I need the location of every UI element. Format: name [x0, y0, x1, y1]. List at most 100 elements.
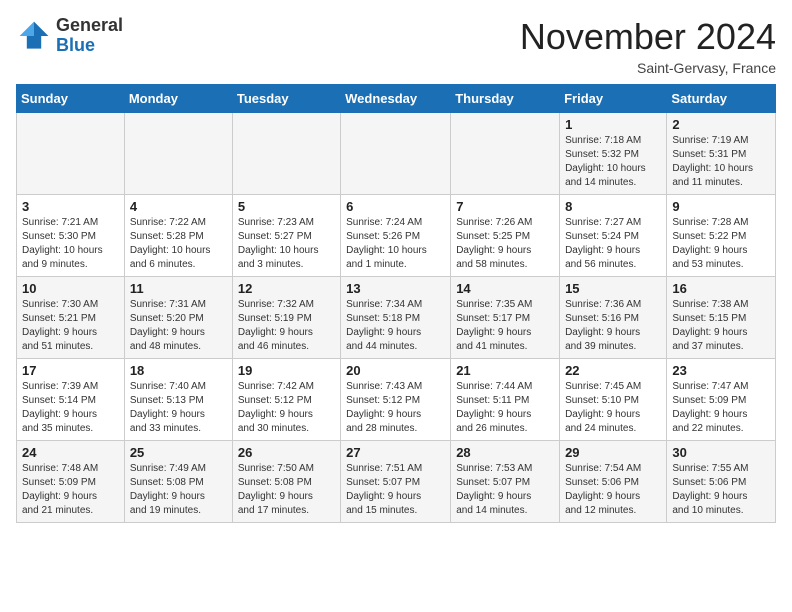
location: Saint-Gervasy, France	[520, 60, 776, 76]
calendar-cell: 12 Sunrise: 7:32 AM Sunset: 5:19 PM Dayli…	[232, 277, 340, 359]
logo-blue: Blue	[56, 36, 123, 56]
day-number: 1	[565, 117, 661, 132]
calendar-cell	[124, 113, 232, 195]
day-info: Sunrise: 7:43 AM Sunset: 5:12 PM Dayligh…	[346, 380, 445, 436]
day-info: Sunrise: 7:47 AM Sunset: 5:09 PM Dayligh…	[672, 380, 770, 436]
day-number: 6	[346, 199, 445, 214]
weekday-wednesday: Wednesday	[341, 85, 451, 113]
calendar-cell: 15 Sunrise: 7:36 AM Sunset: 5:16 PM Dayli…	[560, 277, 667, 359]
day-number: 15	[565, 281, 661, 296]
day-number: 3	[22, 199, 119, 214]
calendar-cell: 13Sunrise: 7:34 AM Sunset: 5:18 PM Dayli…	[341, 277, 451, 359]
day-number: 8	[565, 199, 661, 214]
calendar-cell: 30Sunrise: 7:55 AM Sunset: 5:06 PM Dayli…	[667, 441, 776, 523]
weekday-tuesday: Tuesday	[232, 85, 340, 113]
day-number: 28	[456, 445, 554, 460]
calendar-cell: 2 Sunrise: 7:19 AM Sunset: 5:31 PM Daylig…	[667, 113, 776, 195]
header: General Blue November 2024 Saint-Gervasy…	[16, 16, 776, 76]
week-row-2: 3 Sunrise: 7:21 AM Sunset: 5:30 PM Daylig…	[17, 195, 776, 277]
logo-general: General	[56, 16, 123, 36]
day-info: Sunrise: 7:19 AM Sunset: 5:31 PM Dayligh…	[672, 134, 770, 190]
calendar-cell: 29Sunrise: 7:54 AM Sunset: 5:06 PM Dayli…	[560, 441, 667, 523]
week-row-5: 24 Sunrise: 7:48 AM Sunset: 5:09 PM Dayli…	[17, 441, 776, 523]
day-info: Sunrise: 7:28 AM Sunset: 5:22 PM Dayligh…	[672, 216, 770, 272]
day-info: Sunrise: 7:24 AM Sunset: 5:26 PM Dayligh…	[346, 216, 445, 272]
day-info: Sunrise: 7:27 AM Sunset: 5:24 PM Dayligh…	[565, 216, 661, 272]
day-number: 17	[22, 363, 119, 378]
weekday-header-row: SundayMondayTuesdayWednesdayThursdayFrid…	[17, 85, 776, 113]
calendar-cell: 28 Sunrise: 7:53 AM Sunset: 5:07 PM Dayli…	[451, 441, 560, 523]
calendar-cell: 24 Sunrise: 7:48 AM Sunset: 5:09 PM Dayli…	[17, 441, 125, 523]
day-number: 25	[130, 445, 227, 460]
day-number: 24	[22, 445, 119, 460]
calendar-cell	[341, 113, 451, 195]
day-info: Sunrise: 7:32 AM Sunset: 5:19 PM Dayligh…	[238, 298, 335, 354]
day-number: 21	[456, 363, 554, 378]
day-info: Sunrise: 7:54 AM Sunset: 5:06 PM Dayligh…	[565, 462, 661, 518]
day-info: Sunrise: 7:36 AM Sunset: 5:16 PM Dayligh…	[565, 298, 661, 354]
day-number: 20	[346, 363, 445, 378]
day-info: Sunrise: 7:30 AM Sunset: 5:21 PM Dayligh…	[22, 298, 119, 354]
week-row-1: 1 Sunrise: 7:18 AM Sunset: 5:32 PM Daylig…	[17, 113, 776, 195]
week-row-4: 17 Sunrise: 7:39 AM Sunset: 5:14 PM Dayli…	[17, 359, 776, 441]
day-number: 10	[22, 281, 119, 296]
day-number: 30	[672, 445, 770, 460]
day-info: Sunrise: 7:26 AM Sunset: 5:25 PM Dayligh…	[456, 216, 554, 272]
day-number: 2	[672, 117, 770, 132]
day-number: 7	[456, 199, 554, 214]
weekday-sunday: Sunday	[17, 85, 125, 113]
day-info: Sunrise: 7:51 AM Sunset: 5:07 PM Dayligh…	[346, 462, 445, 518]
weekday-monday: Monday	[124, 85, 232, 113]
title-block: November 2024 Saint-Gervasy, France	[520, 16, 776, 76]
page: General Blue November 2024 Saint-Gervasy…	[0, 0, 792, 535]
day-number: 4	[130, 199, 227, 214]
calendar-cell: 7 Sunrise: 7:26 AM Sunset: 5:25 PM Daylig…	[451, 195, 560, 277]
calendar-cell: 26 Sunrise: 7:50 AM Sunset: 5:08 PM Dayli…	[232, 441, 340, 523]
day-number: 12	[238, 281, 335, 296]
calendar-cell: 27 Sunrise: 7:51 AM Sunset: 5:07 PM Dayli…	[341, 441, 451, 523]
calendar-cell	[232, 113, 340, 195]
calendar-cell: 6 Sunrise: 7:24 AM Sunset: 5:26 PM Daylig…	[341, 195, 451, 277]
logo-icon	[16, 18, 52, 54]
month-title: November 2024	[520, 16, 776, 58]
day-number: 13	[346, 281, 445, 296]
day-info: Sunrise: 7:21 AM Sunset: 5:30 PM Dayligh…	[22, 216, 119, 272]
calendar-cell: 11 Sunrise: 7:31 AM Sunset: 5:20 PM Dayli…	[124, 277, 232, 359]
day-info: Sunrise: 7:38 AM Sunset: 5:15 PM Dayligh…	[672, 298, 770, 354]
day-number: 11	[130, 281, 227, 296]
day-number: 18	[130, 363, 227, 378]
day-number: 16	[672, 281, 770, 296]
day-info: Sunrise: 7:31 AM Sunset: 5:20 PM Dayligh…	[130, 298, 227, 354]
calendar-cell: 22Sunrise: 7:45 AM Sunset: 5:10 PM Dayli…	[560, 359, 667, 441]
weekday-friday: Friday	[560, 85, 667, 113]
calendar-cell: 16 Sunrise: 7:38 AM Sunset: 5:15 PM Dayli…	[667, 277, 776, 359]
day-number: 23	[672, 363, 770, 378]
calendar-cell: 19Sunrise: 7:42 AM Sunset: 5:12 PM Dayli…	[232, 359, 340, 441]
day-number: 27	[346, 445, 445, 460]
day-info: Sunrise: 7:48 AM Sunset: 5:09 PM Dayligh…	[22, 462, 119, 518]
day-info: Sunrise: 7:49 AM Sunset: 5:08 PM Dayligh…	[130, 462, 227, 518]
calendar-cell: 23 Sunrise: 7:47 AM Sunset: 5:09 PM Dayli…	[667, 359, 776, 441]
logo-text: General Blue	[56, 16, 123, 56]
logo: General Blue	[16, 16, 123, 56]
calendar-cell: 3 Sunrise: 7:21 AM Sunset: 5:30 PM Daylig…	[17, 195, 125, 277]
day-info: Sunrise: 7:42 AM Sunset: 5:12 PM Dayligh…	[238, 380, 335, 436]
weekday-thursday: Thursday	[451, 85, 560, 113]
day-info: Sunrise: 7:50 AM Sunset: 5:08 PM Dayligh…	[238, 462, 335, 518]
day-number: 14	[456, 281, 554, 296]
day-info: Sunrise: 7:53 AM Sunset: 5:07 PM Dayligh…	[456, 462, 554, 518]
calendar-cell	[451, 113, 560, 195]
day-info: Sunrise: 7:44 AM Sunset: 5:11 PM Dayligh…	[456, 380, 554, 436]
day-info: Sunrise: 7:22 AM Sunset: 5:28 PM Dayligh…	[130, 216, 227, 272]
calendar-cell: 10 Sunrise: 7:30 AM Sunset: 5:21 PM Dayli…	[17, 277, 125, 359]
calendar-cell: 21 Sunrise: 7:44 AM Sunset: 5:11 PM Dayli…	[451, 359, 560, 441]
day-info: Sunrise: 7:18 AM Sunset: 5:32 PM Dayligh…	[565, 134, 661, 190]
calendar-cell: 1 Sunrise: 7:18 AM Sunset: 5:32 PM Daylig…	[560, 113, 667, 195]
day-info: Sunrise: 7:35 AM Sunset: 5:17 PM Dayligh…	[456, 298, 554, 354]
day-number: 5	[238, 199, 335, 214]
weekday-saturday: Saturday	[667, 85, 776, 113]
calendar-cell: 17 Sunrise: 7:39 AM Sunset: 5:14 PM Dayli…	[17, 359, 125, 441]
day-number: 26	[238, 445, 335, 460]
day-info: Sunrise: 7:39 AM Sunset: 5:14 PM Dayligh…	[22, 380, 119, 436]
day-info: Sunrise: 7:23 AM Sunset: 5:27 PM Dayligh…	[238, 216, 335, 272]
